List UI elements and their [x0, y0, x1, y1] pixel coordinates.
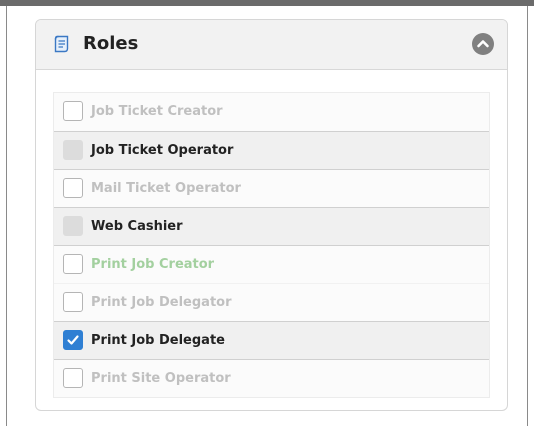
role-checkbox[interactable]: [63, 330, 83, 350]
roles-panel-header[interactable]: Roles: [36, 20, 507, 70]
chevron-up-icon: [477, 40, 489, 48]
role-item-print-site-operator[interactable]: Print Site Operator: [54, 359, 489, 397]
role-item-mail-ticket-operator[interactable]: Mail Ticket Operator: [54, 169, 489, 207]
window-left-border: [6, 6, 7, 426]
role-label: Mail Ticket Operator: [91, 181, 241, 196]
checkmark-icon: [67, 335, 79, 345]
role-label: Job Ticket Creator: [91, 104, 223, 119]
role-checkbox[interactable]: [63, 254, 83, 274]
window-top-border: [0, 0, 534, 6]
role-label: Web Cashier: [91, 219, 183, 234]
collapse-button[interactable]: [472, 33, 494, 55]
role-label: Job Ticket Operator: [91, 143, 234, 158]
window-right-border: [527, 6, 528, 426]
role-checkbox[interactable]: [63, 101, 83, 121]
role-checkbox[interactable]: [63, 292, 83, 312]
document-icon: [53, 35, 70, 53]
role-label: Print Job Creator: [91, 257, 215, 272]
roles-list: Job Ticket Creator Job Ticket Operator M…: [53, 92, 490, 398]
role-item-web-cashier[interactable]: Web Cashier: [54, 207, 489, 245]
roles-panel: Roles Job Ticket Creator Job Ticket Oper…: [35, 19, 508, 411]
role-checkbox[interactable]: [63, 178, 83, 198]
role-checkbox[interactable]: [63, 140, 83, 160]
role-item-job-ticket-creator[interactable]: Job Ticket Creator: [54, 93, 489, 131]
role-label: Print Site Operator: [91, 371, 231, 386]
role-item-print-job-delegator[interactable]: Print Job Delegator: [54, 283, 489, 321]
role-item-job-ticket-operator[interactable]: Job Ticket Operator: [54, 131, 489, 169]
role-label: Print Job Delegator: [91, 295, 232, 310]
panel-title: Roles: [83, 33, 139, 54]
role-checkbox[interactable]: [63, 216, 83, 236]
role-label: Print Job Delegate: [91, 333, 225, 348]
role-item-print-job-creator[interactable]: Print Job Creator: [54, 245, 489, 283]
role-item-print-job-delegate[interactable]: Print Job Delegate: [54, 321, 489, 359]
role-checkbox[interactable]: [63, 368, 83, 388]
